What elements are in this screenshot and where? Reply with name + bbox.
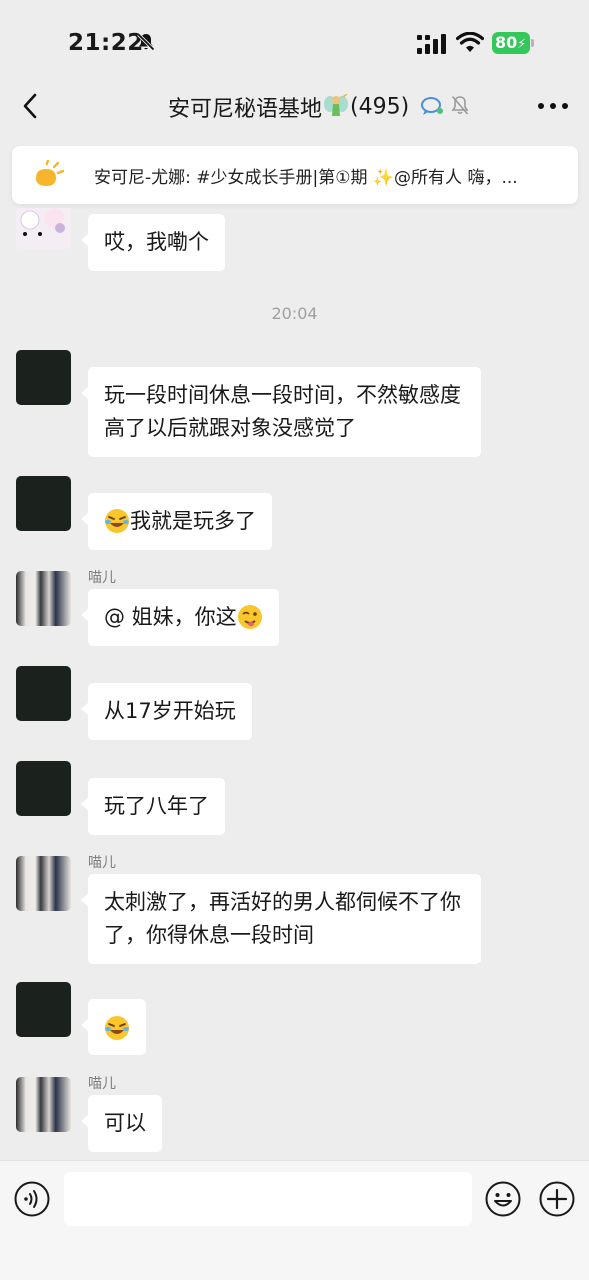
plus-icon[interactable] [539,1181,575,1217]
sender-name: 喵儿 [88,570,116,586]
bell-slash-icon [137,33,155,51]
battery-percent: 80 [495,33,518,52]
timestamp: 20:04 [271,304,318,323]
avatar[interactable] [16,856,71,911]
cartoon-avatar-image [20,208,65,236]
status-time: 21:22 [68,30,144,56]
avatar[interactable] [16,1077,71,1132]
avatar[interactable] [16,208,71,249]
battery-level: 80⚡ [492,32,530,54]
message-text: 玩一段时间休息一段时间，不然敏感度高了以后就跟对象没感觉了 [104,383,461,440]
message-text: 玩了八年了 [104,794,209,818]
avatar[interactable] [16,476,71,531]
avatar[interactable] [16,666,71,721]
message-text: @ 姐妹，你这 [104,605,237,629]
message-text: 太刺激了，再活好的男人都伺候不了你了，你得休息一段时间 [104,890,461,947]
message-bubble[interactable]: 太刺激了，再活好的男人都伺候不了你了，你得休息一段时间 [81,874,481,964]
nav-bar: 安可尼秘语基地 (495) [0,82,589,130]
chat-bubble-icon [421,97,443,115]
message-text: 可以 [104,1111,146,1135]
more-dots-icon[interactable] [536,94,570,118]
sender-name: 喵儿 [88,855,116,871]
message-bubble[interactable]: 玩了八年了 [81,778,225,835]
pinned-announcement[interactable]: 安可尼-尤娜: #少女成长手册|第①期 ✨@所有人 嗨，... [12,146,578,204]
sender-name: 喵儿 [88,1076,116,1092]
message-bubble[interactable]: 哎，我嘞个 [81,214,225,271]
input-bar [0,1160,589,1280]
message-input[interactable] [64,1172,472,1226]
message-bubble[interactable]: 我就是玩多了 [81,493,272,550]
sun-announcement-icon [36,160,64,186]
avatar[interactable] [16,571,71,626]
message-bubble[interactable]: @ 姐妹，你这 [81,589,279,646]
smiley-icon[interactable] [485,1181,521,1217]
wink-tongue-emoji-icon [237,605,262,629]
message-text: 从17岁开始玩 [104,699,236,723]
message-bubble[interactable]: 玩一段时间休息一段时间，不然敏感度高了以后就跟对象没感觉了 [81,367,481,457]
message-bubble[interactable]: 从17岁开始玩 [81,683,252,740]
message-text: 我就是玩多了 [130,509,256,533]
status-bar: 21:22 80⚡ [0,0,589,82]
voice-icon[interactable] [14,1181,50,1217]
avatar[interactable] [16,761,71,816]
avatar[interactable] [16,982,71,1037]
announcement-text: 安可尼-尤娜: #少女成长手册|第①期 ✨@所有人 嗨，... [94,168,518,188]
message-bubble[interactable] [81,999,146,1055]
member-count: (495) [350,94,410,120]
group-name: 安可尼秘语基地 [168,97,323,122]
message-list[interactable]: 哎，我嘞个 20:04 玩一段时间休息一段时间，不然敏感度高了以后就跟对象没感觉… [0,208,589,1160]
message-text: 哎，我嘞个 [104,230,209,254]
bell-slash-icon [451,95,469,115]
message-bubble[interactable]: 可以 [81,1095,162,1152]
rolling-laughing-emoji-icon [105,509,129,533]
battery-tip [531,39,534,47]
wifi-icon [456,32,484,52]
fairy-emoji-icon [324,94,349,116]
rolling-laughing-emoji-icon [105,1016,129,1040]
signal-icon [417,34,446,54]
battery-indicator: 80⚡ [492,32,534,54]
chat-title[interactable]: 安可尼秘语基地 (495) [168,91,409,123]
avatar[interactable] [16,350,71,405]
chevron-left-icon[interactable] [16,90,48,122]
